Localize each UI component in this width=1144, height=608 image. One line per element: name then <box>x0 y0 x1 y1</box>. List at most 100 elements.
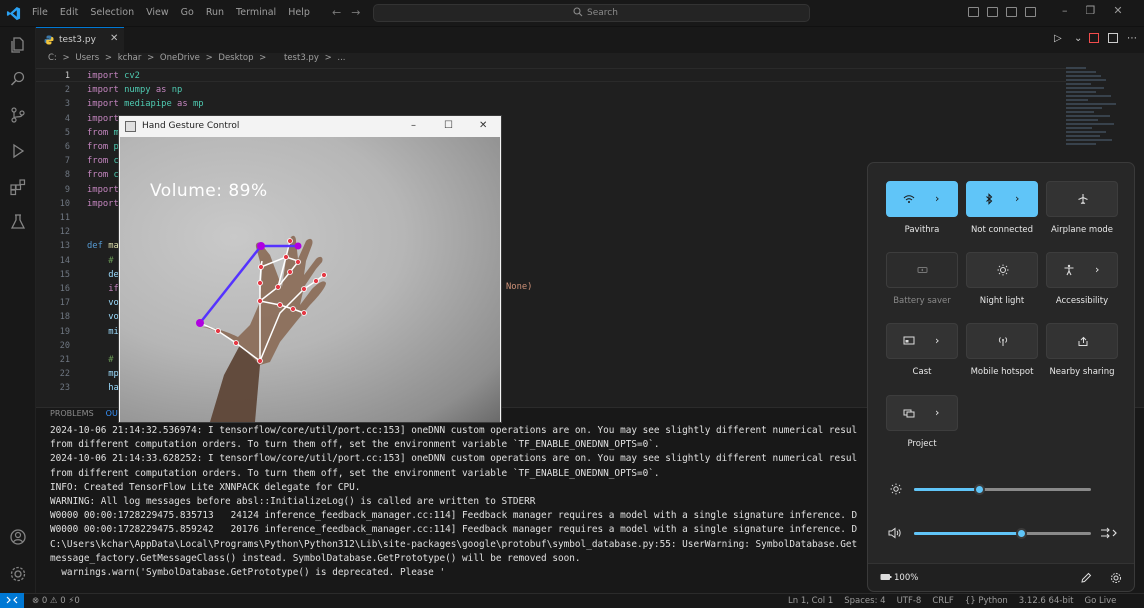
crumb-file[interactable]: test3.py <box>272 53 319 63</box>
toggle-secondary-sidebar-icon[interactable] <box>1006 7 1017 17</box>
crumb-drive[interactable]: C: <box>48 53 57 63</box>
explorer-icon[interactable] <box>9 36 27 54</box>
menu-bar: File Edit Selection View Go Run Terminal… <box>32 7 322 18</box>
bluetooth-chevron-icon[interactable]: › <box>1015 192 1019 205</box>
extensions-icon[interactable] <box>9 178 27 196</box>
tab-close-icon[interactable]: ✕ <box>110 33 118 44</box>
restore-icon[interactable]: ❐ <box>1086 4 1096 17</box>
night-light-icon <box>997 264 1009 276</box>
line-number: 15 <box>59 269 70 280</box>
toggle-sidebar-icon[interactable] <box>968 7 979 17</box>
line-number: 20 <box>59 340 70 351</box>
line-number: 12 <box>59 227 70 238</box>
encoding[interactable]: UTF-8 <box>897 596 922 606</box>
wifi-tile[interactable]: › <box>886 181 958 217</box>
search-view-icon[interactable] <box>9 70 27 88</box>
window-minimize-icon[interactable]: – <box>411 120 416 131</box>
nearby-sharing-tile[interactable] <box>1046 323 1118 359</box>
menu-selection[interactable]: Selection <box>90 7 134 18</box>
menu-view[interactable]: View <box>146 7 169 18</box>
mobile-hotspot-tile[interactable] <box>966 323 1038 359</box>
brightness-slider-thumb[interactable] <box>973 484 985 495</box>
command-search-box[interactable]: Search <box>373 4 810 22</box>
project-tile[interactable]: › <box>886 395 958 431</box>
testing-flask-icon[interactable] <box>9 213 27 231</box>
source-control-icon[interactable] <box>9 106 27 124</box>
tab-problems[interactable]: PROBLEMS <box>50 409 94 418</box>
title-bar: File Edit Selection View Go Run Terminal… <box>0 0 1144 27</box>
volume-slider-thumb[interactable] <box>1016 528 1028 539</box>
menu-run[interactable]: Run <box>206 7 224 18</box>
project-chevron-icon[interactable]: › <box>935 406 939 419</box>
menu-file[interactable]: File <box>32 7 48 18</box>
window-maximize-icon[interactable]: ☐ <box>444 120 453 131</box>
crumb-desktop[interactable]: Desktop <box>218 53 253 63</box>
airplane-mode-tile[interactable] <box>1046 181 1118 217</box>
tab-test3-py[interactable]: test3.py ✕ <box>36 27 124 53</box>
accessibility-tile[interactable]: › <box>1046 252 1118 288</box>
go-live-button[interactable]: Go Live <box>1085 596 1117 606</box>
window-close-icon[interactable]: ✕ <box>479 120 487 131</box>
crumb-sep: > <box>62 53 70 63</box>
volume-slider[interactable] <box>914 528 1091 539</box>
line-number: 22 <box>59 369 70 380</box>
toggle-panel-icon[interactable] <box>987 7 998 17</box>
brightness-slider-fill <box>914 488 980 491</box>
quick-settings-footer: 100% <box>868 563 1134 591</box>
line-number: 10 <box>59 198 70 209</box>
crumb-symbols[interactable]: ... <box>337 53 345 63</box>
line-number-gutter: 1 2 3 4 5 6 7 8 9 10 11 12 13 14 15 16 1… <box>36 69 70 396</box>
settings-icon[interactable] <box>1110 572 1122 584</box>
accessibility-label: Accessibility <box>1055 296 1109 306</box>
wifi-chevron-icon[interactable]: › <box>935 192 939 205</box>
index-tip-marker <box>257 242 265 250</box>
menu-edit[interactable]: Edit <box>60 7 78 18</box>
accounts-icon[interactable] <box>9 528 27 546</box>
run-debug-icon[interactable] <box>9 142 27 160</box>
line-number: 17 <box>59 298 70 309</box>
problems-count[interactable]: ⊗ 0 ⚠ 0 ⚡0 <box>32 596 80 606</box>
stop-icon[interactable] <box>1089 33 1099 43</box>
line-endings[interactable]: CRLF <box>932 596 953 606</box>
terminal-line: warnings.warn('SymbolDatabase.GetPrototy… <box>50 567 446 579</box>
back-arrow-icon[interactable]: ← <box>332 6 341 19</box>
more-actions-icon[interactable]: ⋯ <box>1127 33 1138 44</box>
language-mode[interactable]: {} Python <box>965 596 1008 606</box>
settings-gear-icon[interactable] <box>9 565 27 583</box>
vscode-logo-icon[interactable] <box>6 6 21 21</box>
remote-indicator[interactable] <box>0 593 24 608</box>
customize-layout-icon[interactable] <box>1025 7 1036 17</box>
edit-pencil-icon[interactable] <box>1080 572 1092 584</box>
crumb-users[interactable]: Users <box>75 53 99 63</box>
split-editor-icon[interactable] <box>1108 33 1118 43</box>
brightness-slider[interactable] <box>914 484 1091 495</box>
audio-output-select-icon[interactable] <box>1100 527 1120 539</box>
bluetooth-tile[interactable]: › <box>966 181 1038 217</box>
menu-go[interactable]: Go <box>181 7 194 18</box>
terminal-line: from different computation orders. To tu… <box>50 467 660 479</box>
indentation[interactable]: Spaces: 4 <box>844 596 885 606</box>
close-icon[interactable]: ✕ <box>1113 4 1122 17</box>
battery-icon[interactable] <box>880 572 892 582</box>
menu-help[interactable]: Help <box>288 7 310 18</box>
terminal-line: message_factory.GetMessageClass() instea… <box>50 552 581 564</box>
python-interpreter[interactable]: 3.12.6 64-bit <box>1019 596 1074 606</box>
cast-tile[interactable]: › <box>886 323 958 359</box>
menu-terminal[interactable]: Terminal <box>236 7 276 18</box>
minimap[interactable] <box>1066 67 1128 167</box>
accessibility-chevron-icon[interactable]: › <box>1095 263 1099 276</box>
forward-arrow-icon[interactable]: → <box>351 6 360 19</box>
cast-chevron-icon[interactable]: › <box>935 334 939 347</box>
crumb-onedrive[interactable]: OneDrive <box>160 53 200 63</box>
crumb-kchar[interactable]: kchar <box>118 53 142 63</box>
line-number: 7 <box>64 156 70 167</box>
cursor-position[interactable]: Ln 1, Col 1 <box>788 596 833 606</box>
window-title-bar[interactable]: Hand Gesture Control – ☐ ✕ <box>119 116 501 137</box>
terminal-output[interactable]: 2024-10-06 21:14:32.536974: I tensorflow… <box>50 424 857 580</box>
run-dropdown-chevron-icon[interactable]: ⌄ <box>1074 33 1082 44</box>
minimize-icon[interactable]: – <box>1062 4 1068 17</box>
night-light-tile[interactable] <box>966 252 1038 288</box>
run-python-icon[interactable]: ▷ <box>1054 33 1065 44</box>
tab-output[interactable]: OU <box>106 409 118 418</box>
battery-saver-tile[interactable] <box>886 252 958 288</box>
